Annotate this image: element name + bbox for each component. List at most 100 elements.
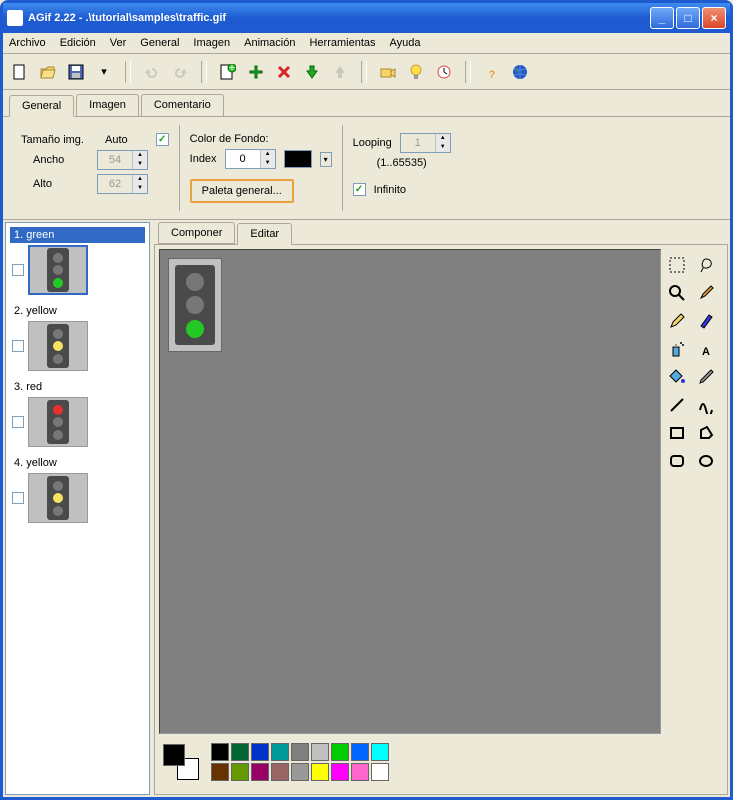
select-rect-icon[interactable] <box>665 253 689 277</box>
auto-checkbox[interactable]: ✓ <box>156 133 169 146</box>
pencil-icon[interactable] <box>665 309 689 333</box>
app-icon <box>7 10 23 26</box>
color-swatch[interactable] <box>331 743 349 761</box>
maximize-button[interactable]: □ <box>676 7 700 29</box>
frame-thumbnail[interactable] <box>28 245 88 295</box>
tab-editar[interactable]: Editar <box>237 223 292 245</box>
index-label: Index <box>190 153 217 165</box>
index-stepper[interactable]: ▲▼ <box>225 149 276 169</box>
menu-herramientas[interactable]: Herramientas <box>309 37 375 49</box>
color-swatch[interactable] <box>251 743 269 761</box>
color-swatch[interactable] <box>371 743 389 761</box>
tab-general[interactable]: General <box>9 95 74 117</box>
color-swatch[interactable] <box>231 743 249 761</box>
menu-general[interactable]: General <box>140 37 179 49</box>
frame-item[interactable]: 3. red <box>8 377 147 451</box>
eyedropper-icon[interactable] <box>694 365 718 389</box>
color-swatch[interactable] <box>211 763 229 781</box>
infinite-checkbox[interactable]: ✓ <box>353 183 366 196</box>
polygon-icon[interactable] <box>694 421 718 445</box>
color-swatch[interactable] <box>291 763 309 781</box>
frame-checkbox[interactable] <box>12 340 24 352</box>
frame-thumbnail[interactable] <box>28 397 88 447</box>
globe-icon[interactable] <box>509 61 531 83</box>
arrow-down-icon[interactable] <box>301 61 323 83</box>
color-swatch[interactable] <box>351 763 369 781</box>
clock-icon[interactable] <box>433 61 455 83</box>
help-icon[interactable]: ? <box>481 61 503 83</box>
menu-animacion[interactable]: Animación <box>244 37 295 49</box>
color-swatch[interactable] <box>331 763 349 781</box>
tab-comentario[interactable]: Comentario <box>141 94 224 116</box>
menu-ver[interactable]: Ver <box>110 37 127 49</box>
color-swatch[interactable] <box>311 763 329 781</box>
color-swatch[interactable] <box>271 763 289 781</box>
delete-icon[interactable] <box>273 61 295 83</box>
size-label: Tamaño img. <box>21 134 97 146</box>
color-swatch[interactable] <box>371 763 389 781</box>
text-icon[interactable]: A <box>694 337 718 361</box>
height-stepper[interactable]: ▲▼ <box>97 174 148 194</box>
redo-icon[interactable] <box>169 61 191 83</box>
frame-thumbnail[interactable] <box>28 321 88 371</box>
traffic-light-preview <box>175 265 215 345</box>
close-button[interactable]: × <box>702 7 726 29</box>
frame-list[interactable]: 1. green 2. yellow 3. red 4. yellow <box>5 222 150 795</box>
magnifier-icon[interactable] <box>665 281 689 305</box>
color-swatch[interactable] <box>271 743 289 761</box>
curve-icon[interactable] <box>694 393 718 417</box>
add-icon[interactable] <box>245 61 267 83</box>
lasso-icon[interactable] <box>694 253 718 277</box>
palette-button[interactable]: Paleta general... <box>190 179 294 203</box>
spray-icon[interactable] <box>665 337 689 361</box>
svg-text:?: ? <box>489 69 496 80</box>
bgcolor-label: Color de Fondo: <box>190 133 269 145</box>
frame-item[interactable]: 4. yellow <box>8 453 147 527</box>
color-swatch[interactable] <box>211 743 229 761</box>
menu-ayuda[interactable]: Ayuda <box>390 37 421 49</box>
tab-componer[interactable]: Componer <box>158 222 235 244</box>
color-swatch[interactable] <box>291 743 309 761</box>
new-frame-icon[interactable]: + <box>217 61 239 83</box>
color-swatch[interactable] <box>351 743 369 761</box>
frame-item[interactable]: 2. yellow <box>8 301 147 375</box>
tab-imagen[interactable]: Imagen <box>76 94 139 116</box>
frame-checkbox[interactable] <box>12 264 24 276</box>
minimize-button[interactable]: _ <box>650 7 674 29</box>
canvas-frame[interactable] <box>168 258 222 352</box>
undo-icon[interactable] <box>141 61 163 83</box>
brush-icon[interactable] <box>694 281 718 305</box>
pen-icon[interactable] <box>694 309 718 333</box>
frame-checkbox[interactable] <box>12 492 24 504</box>
line-icon[interactable] <box>665 393 689 417</box>
camera-icon[interactable] <box>377 61 399 83</box>
canvas[interactable] <box>159 249 661 734</box>
frame-item[interactable]: 1. green <box>8 225 147 299</box>
fg-bg-colors[interactable] <box>163 744 199 780</box>
menu-imagen[interactable]: Imagen <box>193 37 230 49</box>
frame-checkbox[interactable] <box>12 416 24 428</box>
rect-icon[interactable] <box>665 421 689 445</box>
color-swatch[interactable] <box>231 763 249 781</box>
frame-thumbnail[interactable] <box>28 473 88 523</box>
bgcolor-picker[interactable] <box>284 150 312 168</box>
color-swatch[interactable] <box>311 743 329 761</box>
auto-label: Auto <box>105 134 128 146</box>
menu-edicion[interactable]: Edición <box>60 37 96 49</box>
arrow-up-icon[interactable] <box>329 61 351 83</box>
color-swatch[interactable] <box>251 763 269 781</box>
lightbulb-icon[interactable] <box>405 61 427 83</box>
looping-stepper[interactable]: ▲▼ <box>400 133 451 153</box>
bgcolor-dropdown-icon[interactable]: ▾ <box>320 152 332 167</box>
menu-archivo[interactable]: Archivo <box>9 37 46 49</box>
editor-area: Componer Editar A <box>154 222 728 795</box>
ellipse-icon[interactable] <box>694 449 718 473</box>
fill-icon[interactable] <box>665 365 689 389</box>
new-file-icon[interactable] <box>9 61 31 83</box>
width-stepper[interactable]: ▲▼ <box>97 150 148 170</box>
save-icon[interactable] <box>65 61 87 83</box>
save-dropdown-icon[interactable]: ▾ <box>93 61 115 83</box>
frame-label: 4. yellow <box>10 455 145 471</box>
open-file-icon[interactable] <box>37 61 59 83</box>
roundrect-icon[interactable] <box>665 449 689 473</box>
